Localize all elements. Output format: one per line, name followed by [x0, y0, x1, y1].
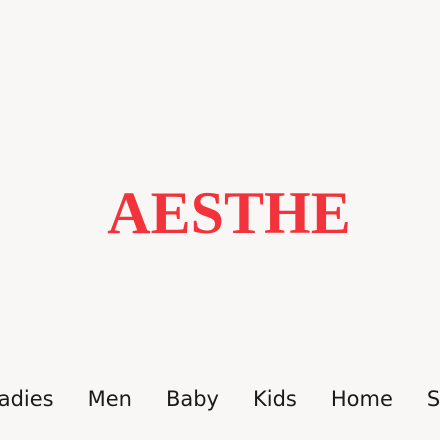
nav-item-sport[interactable]: Sport: [427, 381, 440, 417]
category-nav: Ladies Men Baby Kids Home Sport: [0, 381, 440, 417]
brand-logo[interactable]: AESTHE: [0, 178, 440, 248]
nav-item-ladies[interactable]: Ladies: [0, 381, 54, 417]
nav-item-home[interactable]: Home: [331, 381, 393, 417]
nav-item-men[interactable]: Men: [88, 381, 132, 417]
nav-item-baby[interactable]: Baby: [166, 381, 219, 417]
page: AESTHE Ladies Men Baby Kids Home Sport: [0, 0, 440, 440]
nav-item-kids[interactable]: Kids: [253, 381, 297, 417]
